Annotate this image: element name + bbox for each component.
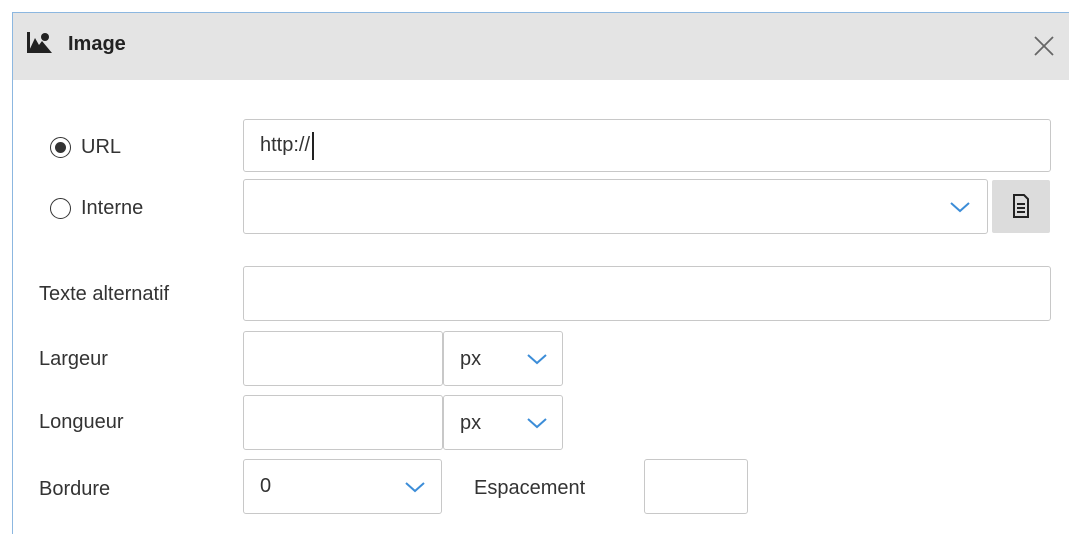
close-icon[interactable] xyxy=(1029,31,1059,61)
border-label: Bordure xyxy=(39,478,111,500)
height-unit-select[interactable]: px xyxy=(443,395,563,450)
document-icon xyxy=(1013,194,1029,218)
border-select[interactable]: 0 xyxy=(243,459,442,514)
chevron-down-icon xyxy=(950,202,970,213)
url-input[interactable]: http:// xyxy=(243,119,1051,172)
spacing-label: Espacement xyxy=(474,477,586,499)
alt-text-label: Texte alternatif xyxy=(39,283,170,305)
chevron-down-icon xyxy=(527,354,547,365)
alt-text-input[interactable] xyxy=(243,266,1051,321)
dialog-title: Image xyxy=(68,33,126,55)
url-input-value: http:// xyxy=(260,134,311,156)
dialog-titlebar: Image xyxy=(13,13,1069,80)
width-unit-value: px xyxy=(460,348,482,370)
border-select-value: 0 xyxy=(260,475,272,497)
height-unit-value: px xyxy=(460,412,482,434)
chevron-down-icon xyxy=(405,482,425,493)
internal-select[interactable] xyxy=(243,179,988,234)
chevron-down-icon xyxy=(527,418,547,429)
width-label: Largeur xyxy=(39,348,108,370)
height-input[interactable] xyxy=(243,395,443,450)
url-radio[interactable] xyxy=(50,137,71,158)
height-label: Longueur xyxy=(39,411,124,433)
internal-radio[interactable] xyxy=(50,198,71,219)
url-label[interactable]: URL xyxy=(81,136,121,159)
text-caret xyxy=(312,132,314,160)
image-icon xyxy=(27,32,52,53)
browse-button[interactable] xyxy=(992,180,1050,233)
spacing-input[interactable] xyxy=(644,459,748,514)
image-dialog: Image URL http:// Interne Texte alternat… xyxy=(12,12,1069,534)
width-unit-select[interactable]: px xyxy=(443,331,563,386)
internal-label[interactable]: Interne xyxy=(81,197,143,220)
width-input[interactable] xyxy=(243,331,443,386)
